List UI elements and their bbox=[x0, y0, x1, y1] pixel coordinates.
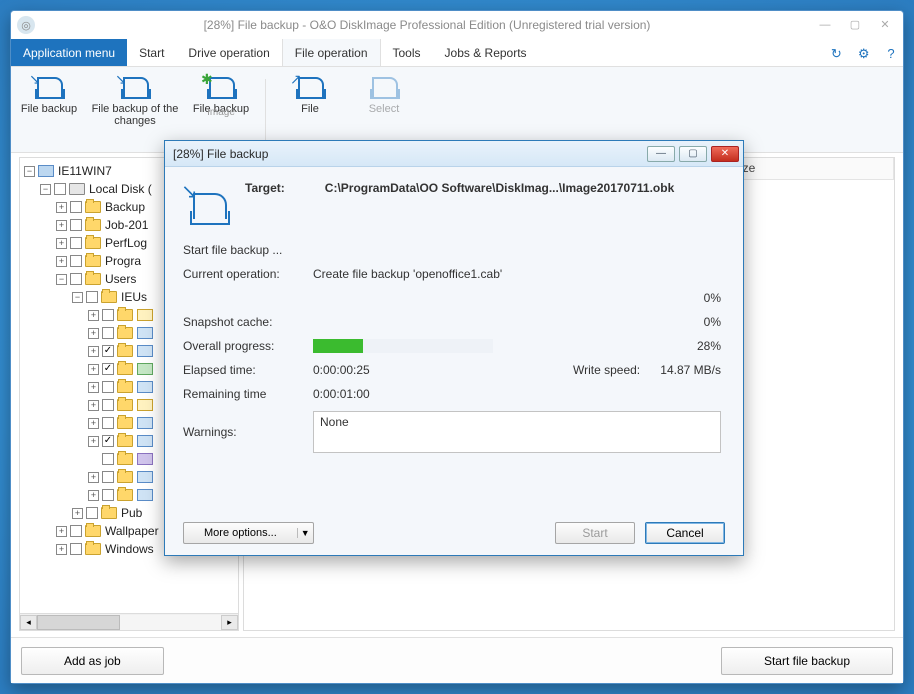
scroll-left-icon[interactable]: ◂ bbox=[20, 615, 37, 630]
window-title: [28%] File backup - O&O DiskImage Profes… bbox=[41, 18, 813, 32]
help-icon[interactable]: ? bbox=[880, 42, 902, 64]
ribbon-file-backup-changes[interactable]: ↘ File backup of the changes bbox=[91, 71, 179, 127]
write-speed-value: 14.87 MB/s bbox=[653, 363, 721, 377]
dialog-body: ↘ Target: C:\ProgramData\OO Software\Dis… bbox=[165, 167, 743, 511]
dialog-maximize-icon[interactable]: ▢ bbox=[679, 146, 707, 162]
select-icon bbox=[366, 71, 402, 101]
start-file-backup-button[interactable]: Start file backup bbox=[721, 647, 893, 675]
dialog-close-icon[interactable]: ✕ bbox=[711, 146, 739, 162]
dialog-title: [28%] File backup bbox=[173, 147, 268, 161]
chevron-down-icon: ▼ bbox=[297, 528, 313, 538]
close-icon[interactable]: ✕ bbox=[873, 18, 897, 32]
more-options-label: More options... bbox=[184, 527, 297, 539]
overall-progress-bar bbox=[313, 339, 493, 353]
dialog-start-button: Start bbox=[555, 522, 635, 544]
more-options-button[interactable]: More options... ▼ bbox=[183, 522, 314, 544]
menubar-right-icons: ↻ ⚙ ? bbox=[824, 39, 903, 66]
dialog-footer: More options... ▼ Start Cancel bbox=[165, 511, 743, 555]
file-restore-icon: ↗ bbox=[292, 71, 328, 101]
app-icon: ◎ bbox=[17, 16, 35, 34]
menu-jobs-reports[interactable]: Jobs & Reports bbox=[433, 39, 539, 66]
current-op-percent: 0% bbox=[653, 291, 721, 305]
warnings-value: None bbox=[320, 415, 349, 429]
start-msg: Start file backup ... bbox=[183, 243, 721, 257]
titlebar: ◎ [28%] File backup - O&O DiskImage Prof… bbox=[11, 11, 903, 39]
current-op-label: Current operation: bbox=[183, 267, 313, 281]
ribbon-file-backup-changes-label: File backup of the changes bbox=[91, 103, 179, 127]
file-backup-changes-icon: ↘ bbox=[117, 71, 153, 101]
ribbon-select: Select bbox=[352, 71, 416, 115]
file-backup-settings-icon: ✱ bbox=[203, 71, 239, 101]
elapsed-time-label: Elapsed time: bbox=[183, 363, 313, 377]
footer-bar: Add as job Start file backup bbox=[11, 637, 903, 683]
dialog-cancel-button[interactable]: Cancel bbox=[645, 522, 725, 544]
refresh-icon[interactable]: ↻ bbox=[825, 43, 847, 65]
application-menu[interactable]: Application menu bbox=[11, 39, 127, 66]
ribbon-select-label: Select bbox=[352, 103, 416, 115]
menu-tools[interactable]: Tools bbox=[381, 39, 433, 66]
ribbon-file-backup-settings[interactable]: ✱ File backup Image bbox=[189, 71, 253, 115]
column-size[interactable]: Size bbox=[724, 158, 894, 179]
progress-dialog: [28%] File backup — ▢ ✕ ↘ Target: C:\Pro… bbox=[164, 140, 744, 556]
target-label: Target: bbox=[245, 181, 285, 195]
snapshot-cache-percent: 0% bbox=[653, 315, 721, 329]
dialog-titlebar: [28%] File backup — ▢ ✕ bbox=[165, 141, 743, 167]
snapshot-cache-label: Snapshot cache: bbox=[183, 315, 313, 329]
warnings-label: Warnings: bbox=[183, 425, 313, 439]
current-op-value: Create file backup 'openoffice1.cab' bbox=[313, 267, 721, 281]
ribbon-separator bbox=[265, 79, 266, 141]
add-as-job-button[interactable]: Add as job bbox=[21, 647, 164, 675]
write-speed-label: Write speed: bbox=[573, 363, 653, 377]
scroll-right-icon[interactable]: ▸ bbox=[221, 615, 238, 630]
minimize-icon[interactable]: — bbox=[813, 18, 837, 32]
ribbon-file-restore[interactable]: ↗ File bbox=[278, 71, 342, 115]
overall-progress-label: Overall progress: bbox=[183, 339, 313, 353]
scroll-thumb[interactable] bbox=[37, 615, 120, 630]
remaining-time-label: Remaining time bbox=[183, 387, 313, 401]
ribbon-group-image-label: Image bbox=[189, 107, 253, 118]
menubar: Application menu Start Drive operation F… bbox=[11, 39, 903, 67]
tree-horizontal-scrollbar[interactable]: ◂ ▸ bbox=[20, 613, 238, 630]
elapsed-time-value: 0:00:00:25 bbox=[313, 363, 573, 377]
menu-start[interactable]: Start bbox=[127, 39, 176, 66]
menu-file-operation[interactable]: File operation bbox=[282, 39, 381, 66]
ribbon-file-backup[interactable]: ↘ File backup bbox=[17, 71, 81, 115]
ribbon-file-backup-label: File backup bbox=[17, 103, 81, 115]
ribbon-file-restore-label: File bbox=[278, 103, 342, 115]
settings-icon[interactable]: ⚙ bbox=[853, 43, 875, 65]
target-path: C:\ProgramData\OO Software\DiskImag...\I… bbox=[325, 181, 674, 195]
maximize-icon[interactable]: ▢ bbox=[843, 18, 867, 32]
warnings-box: None bbox=[313, 411, 721, 453]
remaining-time-value: 0:00:01:00 bbox=[313, 387, 721, 401]
file-backup-icon: ↘ bbox=[31, 71, 67, 101]
overall-progress-percent: 28% bbox=[653, 339, 721, 353]
dialog-minimize-icon[interactable]: — bbox=[647, 146, 675, 162]
menu-drive-operation[interactable]: Drive operation bbox=[176, 39, 281, 66]
file-backup-large-icon: ↘ bbox=[183, 181, 231, 227]
